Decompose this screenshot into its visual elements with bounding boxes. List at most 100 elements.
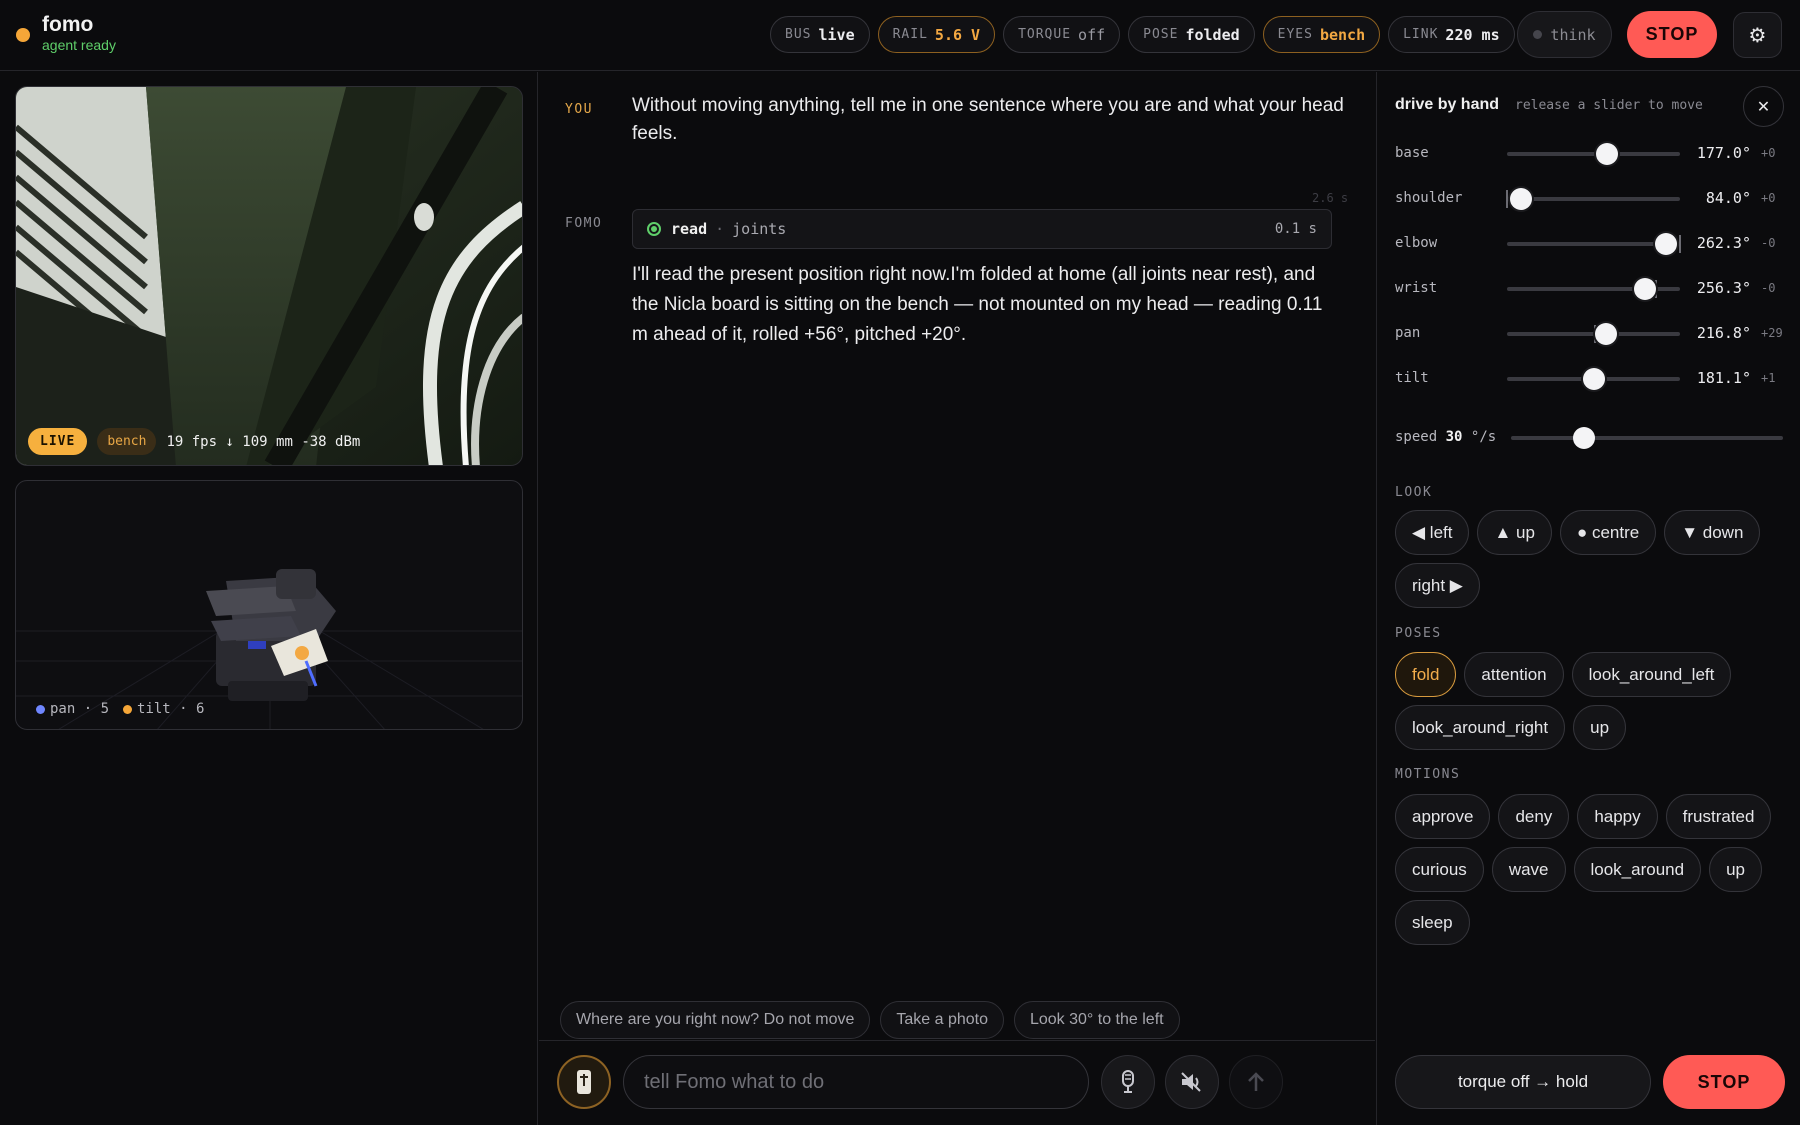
status-chip-link: LINK 220 ms [1388, 16, 1515, 53]
joint-slider-thumb[interactable] [1655, 233, 1678, 255]
motion-button-deny[interactable]: deny [1498, 794, 1570, 839]
joint-value: 177.0° [1696, 144, 1751, 162]
live-badge: LIVE [28, 428, 88, 455]
robot-3d-view[interactable]: pan · 5 tilt · 6 [15, 480, 523, 730]
speed-label: speed 30 °/s [1395, 429, 1497, 445]
robot-model [16, 569, 522, 729]
chip-key: EYES [1277, 27, 1313, 42]
tool-arg: joints [732, 220, 787, 238]
camera-feed: LIVE bench 19 fps ↓ 109 mm -38 dBm [15, 86, 523, 466]
look-button-down[interactable]: ▼ down [1664, 510, 1761, 555]
assistant-message: I'll read the present position right now… [632, 264, 1323, 345]
motion-button-curious[interactable]: curious [1395, 847, 1484, 892]
look-button-left[interactable]: ◀ left [1395, 510, 1470, 555]
tool-duration: 0.1 s [1274, 221, 1317, 237]
joint-delta: +0 [1761, 191, 1776, 205]
joint-legend: pan · 5 tilt · 6 [36, 701, 204, 717]
settings-button[interactable]: ⚙ [1733, 12, 1782, 58]
stop-button-top[interactable]: STOP [1627, 11, 1717, 58]
speed-slider-thumb[interactable] [1573, 427, 1596, 449]
motion-button-sleep[interactable]: sleep [1395, 900, 1470, 945]
voice-button[interactable] [1101, 1055, 1155, 1109]
look-button-right[interactable]: right ▶ [1395, 563, 1480, 608]
status-chip-eyes: EYES bench [1262, 16, 1381, 53]
joint-slider-thumb[interactable] [1634, 278, 1657, 300]
joint-slider-tilt[interactable] [1507, 368, 1680, 390]
status-chip-rail: RAIL 5.6 V [877, 16, 996, 53]
joint-label: tilt [1395, 370, 1429, 386]
legend-dot [123, 704, 133, 714]
joint-label: shoulder [1395, 190, 1463, 206]
joint-slider-shoulder[interactable] [1506, 188, 1680, 210]
send-button[interactable] [1229, 1055, 1283, 1109]
chip-key: LINK [1403, 27, 1439, 42]
joint-slider-base[interactable] [1507, 143, 1680, 165]
joint-slider-target-tick [1679, 235, 1681, 253]
tool-name: read [671, 220, 708, 238]
legend-label: pan · 5 [50, 701, 110, 717]
look-button-centre[interactable]: ● centre [1559, 510, 1657, 555]
joint-slider-thumb[interactable] [1509, 188, 1532, 210]
motion-button-up[interactable]: up [1709, 847, 1762, 892]
stop-button-bottom[interactable]: STOP [1663, 1055, 1785, 1109]
joint-delta: -0 [1761, 236, 1776, 250]
pose-button-attention[interactable]: attention [1464, 652, 1564, 697]
elapsed-time: 2.6 s [1312, 191, 1349, 205]
suggestion-chip[interactable]: Where are you right now? Do not move [560, 1001, 871, 1039]
role-you: YOU [565, 102, 593, 117]
chip-value: live [818, 25, 855, 44]
motion-button-happy[interactable]: happy [1577, 794, 1658, 839]
motion-button-frustrated[interactable]: frustrated [1665, 794, 1772, 839]
joint-slider-wrist[interactable] [1507, 278, 1680, 300]
pose-button-up[interactable]: up [1573, 705, 1627, 750]
pose-button-look_around_left[interactable]: look_around_left [1571, 652, 1732, 697]
status-chip-bus: BUS live [770, 16, 870, 53]
joint-slider-thumb[interactable] [1594, 323, 1617, 345]
close-icon: ✕ [1756, 98, 1771, 116]
arrow-up-icon [1248, 1072, 1264, 1091]
torque-hold-button[interactable]: torque off → hold [1395, 1055, 1651, 1109]
joint-value: 256.3° [1696, 279, 1751, 297]
joint-slider-thumb[interactable] [1582, 368, 1605, 390]
joint-row-shoulder: shoulder 84.0° +0 [1395, 184, 1785, 212]
legend-item: tilt · 6 [123, 701, 204, 717]
motion-button-approve[interactable]: approve [1395, 794, 1491, 839]
suggestion-chip[interactable]: Look 30° to the left [1013, 1001, 1180, 1039]
chip-key: TORQUE [1018, 27, 1072, 42]
joint-label: pan [1395, 325, 1421, 341]
chip-value: off [1078, 25, 1106, 44]
gear-icon: ⚙ [1748, 24, 1767, 47]
suggestion-chip[interactable]: Take a photo [880, 1001, 1004, 1039]
joint-delta: +0 [1761, 146, 1776, 160]
camera-image [16, 87, 522, 465]
chat-input[interactable] [623, 1055, 1089, 1109]
joint-delta: -0 [1761, 281, 1776, 295]
chip-value: folded [1185, 25, 1240, 44]
push-to-talk-button[interactable] [557, 1055, 611, 1109]
joint-delta: +1 [1761, 371, 1776, 385]
joint-row-wrist: wrist 256.3° -0 [1395, 274, 1785, 302]
status-chip-pose: POSE folded [1128, 16, 1255, 53]
close-drive-panel-button[interactable]: ✕ [1743, 86, 1784, 127]
mute-button[interactable] [1165, 1055, 1219, 1109]
user-message: Without moving anything, tell me in one … [632, 95, 1344, 144]
chip-key: BUS [785, 27, 812, 42]
motion-button-wave[interactable]: wave [1491, 847, 1566, 892]
think-button[interactable]: think [1517, 11, 1612, 58]
drive-subtitle: release a slider to move [1515, 98, 1703, 113]
suggestion-chips: Where are you right now? Do not move Take… [560, 1001, 1180, 1039]
pose-button-look_around_right[interactable]: look_around_right [1395, 705, 1566, 750]
motions-title: MOTIONS [1395, 767, 1461, 782]
joint-slider-thumb[interactable] [1596, 143, 1619, 165]
joint-slider-pan[interactable] [1507, 323, 1680, 345]
camera-stats: 19 fps ↓ 109 mm -38 dBm [166, 433, 361, 450]
poses-title: POSES [1395, 626, 1442, 641]
joint-slider-elbow[interactable] [1507, 233, 1681, 255]
agent-status: agent ready [42, 37, 116, 53]
tool-call[interactable]: read · joints 0.1 s [632, 209, 1332, 249]
status-dot [16, 28, 30, 42]
speed-slider[interactable] [1511, 427, 1783, 449]
look-button-up[interactable]: ▲ up [1477, 510, 1552, 555]
motion-button-look_around[interactable]: look_around [1573, 847, 1702, 892]
pose-button-fold[interactable]: fold [1395, 652, 1457, 697]
